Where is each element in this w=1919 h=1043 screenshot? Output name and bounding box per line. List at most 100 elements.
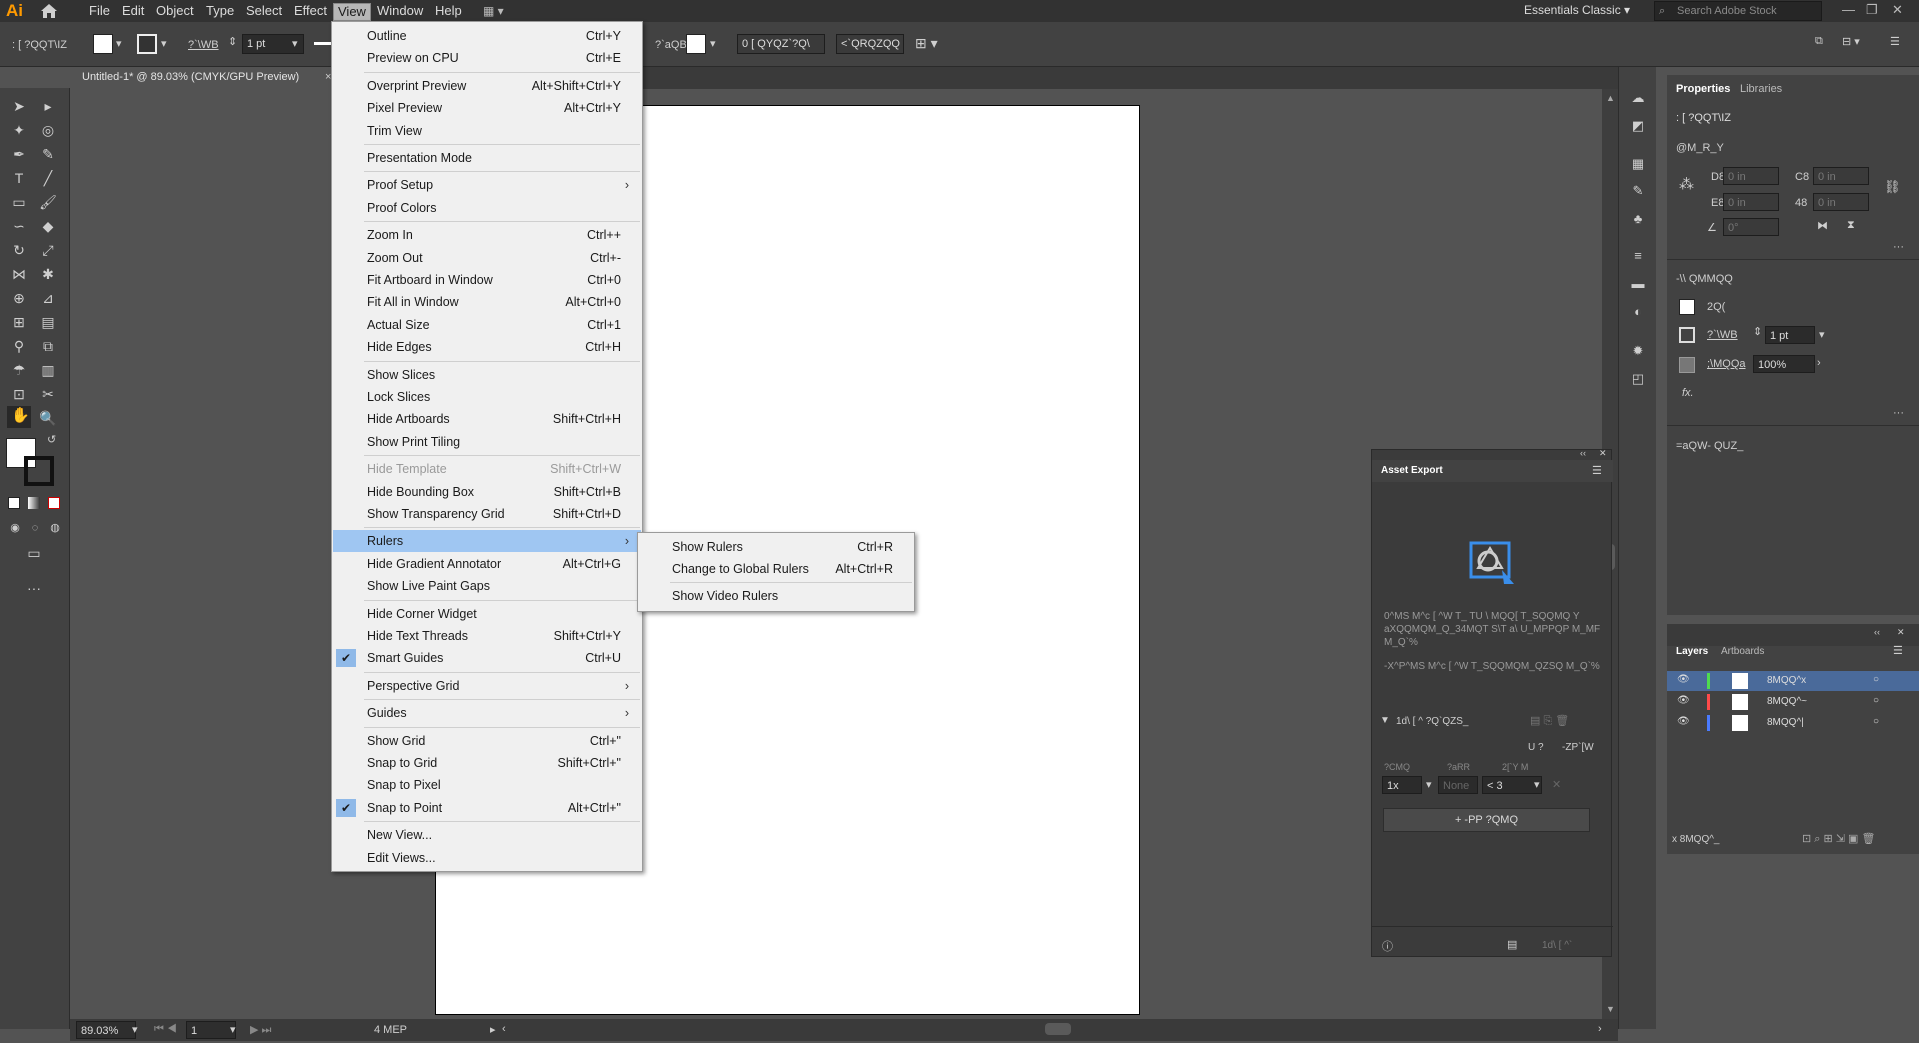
scale-select[interactable]: 1x xyxy=(1382,776,1422,794)
shaper-tool-icon[interactable]: ∽ xyxy=(9,216,29,236)
stroke-swatch[interactable] xyxy=(1679,327,1695,343)
export-settings-icons[interactable]: ▤ ⎘ 🗑 xyxy=(1530,714,1569,728)
brushes-icon[interactable]: ✎ xyxy=(1629,182,1647,200)
lasso-icon[interactable]: ◎ xyxy=(38,120,58,140)
flip-horizontal-icon[interactable]: ⧓ xyxy=(1817,219,1828,232)
constrain-link-icon[interactable]: ⛓ xyxy=(1884,179,1901,195)
direct-selection-tool-icon[interactable]: ▸ xyxy=(38,96,58,116)
menu-view[interactable]: View xyxy=(333,3,371,21)
rulers-submenu-item-change-to-global-rulers[interactable]: Change to Global Rulers Alt+Ctrl+R xyxy=(639,558,913,580)
remove-scale-icon[interactable]: ✕ xyxy=(1552,778,1561,791)
info-icon[interactable]: ⓘ xyxy=(1382,938,1393,954)
suffix-input[interactable]: None xyxy=(1438,776,1478,794)
opacity-label[interactable]: ;\MQQa xyxy=(1707,358,1746,370)
rulers-submenu-item-show-rulers[interactable]: Show Rulers Ctrl+R xyxy=(639,536,913,558)
first-artboard-icon[interactable]: ⏮ ◀ xyxy=(154,1023,177,1036)
stroke-panel-icon[interactable]: ≡ xyxy=(1629,247,1647,265)
chevron-down-icon[interactable]: ▼ xyxy=(1380,715,1390,726)
view-menu-item-snap-to-grid[interactable]: Snap to Grid Shift+Ctrl+" xyxy=(333,752,641,774)
view-menu-item-new-view[interactable]: New View... xyxy=(333,824,641,846)
more-tools-icon[interactable]: ··· xyxy=(24,578,44,598)
collapse-icon[interactable]: ‹‹ xyxy=(1874,627,1880,637)
rectangle-tool-icon[interactable]: ▭ xyxy=(9,192,29,212)
stroke-weight-field[interactable]: 1 pt xyxy=(1765,326,1815,344)
stroke-profile-icon[interactable] xyxy=(314,42,332,45)
graph-tool-icon[interactable]: ▥ xyxy=(38,360,58,380)
view-menu-item-lock-slices[interactable]: Lock Slices xyxy=(333,386,641,408)
stepper-icon[interactable]: ⇕ xyxy=(1753,325,1762,338)
opacity-label[interactable]: ?`aQB xyxy=(655,39,687,51)
layer-name[interactable]: 8MQQ^~ xyxy=(1767,696,1807,707)
none-mode-icon[interactable] xyxy=(48,497,60,509)
perspective-grid-icon[interactable]: ⊿ xyxy=(38,288,58,308)
layer-row[interactable]: 👁 8MQQ^~ ○ xyxy=(1667,692,1919,712)
view-menu-item-presentation-mode[interactable]: Presentation Mode xyxy=(333,147,641,169)
mesh-tool-icon[interactable]: ⊞ xyxy=(9,312,29,332)
view-menu-item-preview-on-cpu[interactable]: Preview on CPU Ctrl+E xyxy=(333,47,641,69)
chevron-down-icon[interactable]: ▾ xyxy=(230,1023,236,1036)
scroll-down-icon[interactable]: ▼ xyxy=(1606,1004,1615,1014)
target-icon[interactable]: ○ xyxy=(1873,716,1879,727)
stroke-label[interactable]: ?`\WB xyxy=(1707,329,1738,341)
symbol-sprayer-icon[interactable]: ☂ xyxy=(9,360,29,380)
restore-icon[interactable]: ❐ xyxy=(1866,2,1878,18)
add-scale-button[interactable]: + -PP ?QMQ xyxy=(1383,808,1590,832)
chevron-down-icon[interactable]: ▾ xyxy=(116,37,122,50)
stroke-swatch[interactable] xyxy=(137,34,157,54)
minimize-icon[interactable]: — xyxy=(1842,2,1855,17)
pen-tool-icon[interactable]: ✒ xyxy=(9,144,29,164)
workspace-switcher[interactable]: Essentials Classic ▾ xyxy=(1524,3,1630,17)
color-mode-icon[interactable] xyxy=(8,497,20,509)
view-menu-item-actual-size[interactable]: Actual Size Ctrl+1 xyxy=(333,314,641,336)
status-menu-icon[interactable]: ▸ xyxy=(490,1023,496,1036)
target-icon[interactable]: ○ xyxy=(1873,695,1879,706)
view-menu-item-rulers[interactable]: Rulers › xyxy=(333,530,641,553)
chevron-down-icon[interactable]: ▾ xyxy=(710,37,716,50)
eye-icon[interactable]: 👁 xyxy=(1677,674,1690,685)
close-panel-icon[interactable]: ✕ xyxy=(1599,448,1607,459)
menu-effect[interactable]: Effect xyxy=(290,3,331,21)
menu-object[interactable]: Object xyxy=(152,3,198,21)
layer-name[interactable]: 8MQQ^x xyxy=(1767,675,1806,686)
layer-row[interactable]: 👁 8MQQ^| ○ xyxy=(1667,713,1919,733)
view-menu-item-pixel-preview[interactable]: Pixel Preview Alt+Ctrl+Y xyxy=(333,97,641,119)
draw-normal-icon[interactable]: ◉ xyxy=(5,518,25,538)
stepper-icon[interactable]: ⇕ xyxy=(228,35,237,48)
y-field[interactable]: 0 in xyxy=(1723,193,1779,211)
view-menu-item-perspective-grid[interactable]: Perspective Grid › xyxy=(333,675,641,697)
chevron-down-icon[interactable]: ▾ xyxy=(1819,328,1825,341)
scale-tool-icon[interactable]: ⤢ xyxy=(38,240,58,260)
width-tool-icon[interactable]: ⋈ xyxy=(9,264,29,284)
libraries-icon[interactable]: ☁ xyxy=(1629,89,1647,107)
close-panel-icon[interactable]: ✕ xyxy=(1897,627,1905,638)
transform-icon[interactable]: ⊟ ▾ xyxy=(1842,35,1860,48)
fill-swatch[interactable] xyxy=(93,34,113,54)
chevron-down-icon[interactable]: ▾ xyxy=(132,1023,138,1036)
type-tool-icon[interactable]: T xyxy=(9,168,29,188)
x-field[interactable]: 0 in xyxy=(1723,167,1779,185)
line-tool-icon[interactable]: ╱ xyxy=(38,168,58,188)
target-icon[interactable]: ○ xyxy=(1873,674,1879,685)
view-menu-item-outline[interactable]: Outline Ctrl+Y xyxy=(333,25,641,47)
eye-icon[interactable]: 👁 xyxy=(1677,716,1690,727)
flip-vertical-icon[interactable]: ⧗ xyxy=(1847,219,1855,232)
gradient-tool-icon[interactable]: ▤ xyxy=(38,312,58,332)
puppet-warp-icon[interactable]: ✱ xyxy=(38,264,58,284)
menu-file[interactable]: File xyxy=(85,3,114,21)
gradient-panel-icon[interactable]: ▬ xyxy=(1629,275,1647,293)
rulers-submenu-item-show-video-rulers[interactable]: Show Video Rulers xyxy=(639,585,913,607)
menu-select[interactable]: Select xyxy=(242,3,286,21)
more-options-icon[interactable]: ··· xyxy=(1893,407,1904,419)
view-menu-item-hide-bounding-box[interactable]: Hide Bounding Box Shift+Ctrl+B xyxy=(333,481,641,503)
view-menu-item-edit-views[interactable]: Edit Views... xyxy=(333,847,641,869)
stroke-label[interactable]: ?`\WB xyxy=(188,39,219,51)
view-menu-item-snap-to-pixel[interactable]: Snap to Pixel xyxy=(333,774,641,796)
eye-icon[interactable]: 👁 xyxy=(1677,695,1690,706)
swap-colors-icon[interactable]: ↺ xyxy=(47,433,56,446)
document-setup-button[interactable]: 0 [ QYQZ`?Q\ xyxy=(737,34,825,54)
zoom-tool-icon[interactable]: 🔍 xyxy=(38,408,58,428)
view-menu-item-show-grid[interactable]: Show Grid Ctrl+" xyxy=(333,730,641,752)
next-artboard-icon[interactable]: ▶ ⏭ xyxy=(250,1023,271,1037)
chevron-right-icon[interactable]: › xyxy=(1817,357,1821,369)
chevron-down-icon[interactable]: ▾ xyxy=(161,37,167,50)
